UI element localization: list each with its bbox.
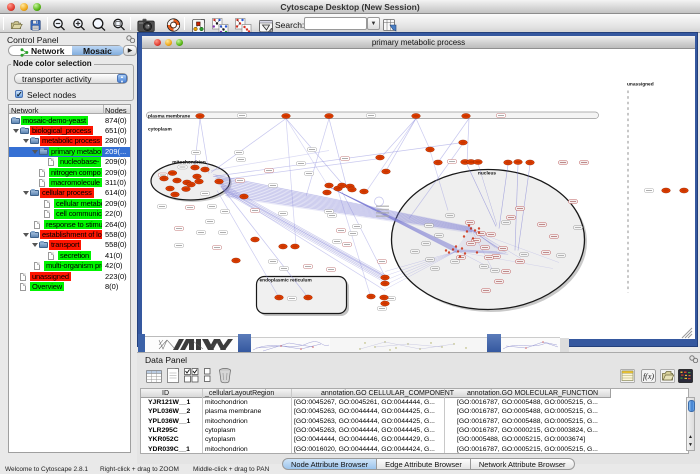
- svg-text:cytoplasm: cytoplasm: [148, 127, 172, 133]
- svg-text:unassigned: unassigned: [627, 82, 654, 88]
- svg-text:nucleus: nucleus: [478, 171, 496, 177]
- svg-text:mitochondrion: mitochondrion: [172, 160, 206, 166]
- svg-text:plasma membrane: plasma membrane: [148, 114, 190, 120]
- svg-text:endoplasmic reticulum: endoplasmic reticulum: [260, 278, 312, 284]
- svg-text:f(x): f(x): [643, 372, 654, 381]
